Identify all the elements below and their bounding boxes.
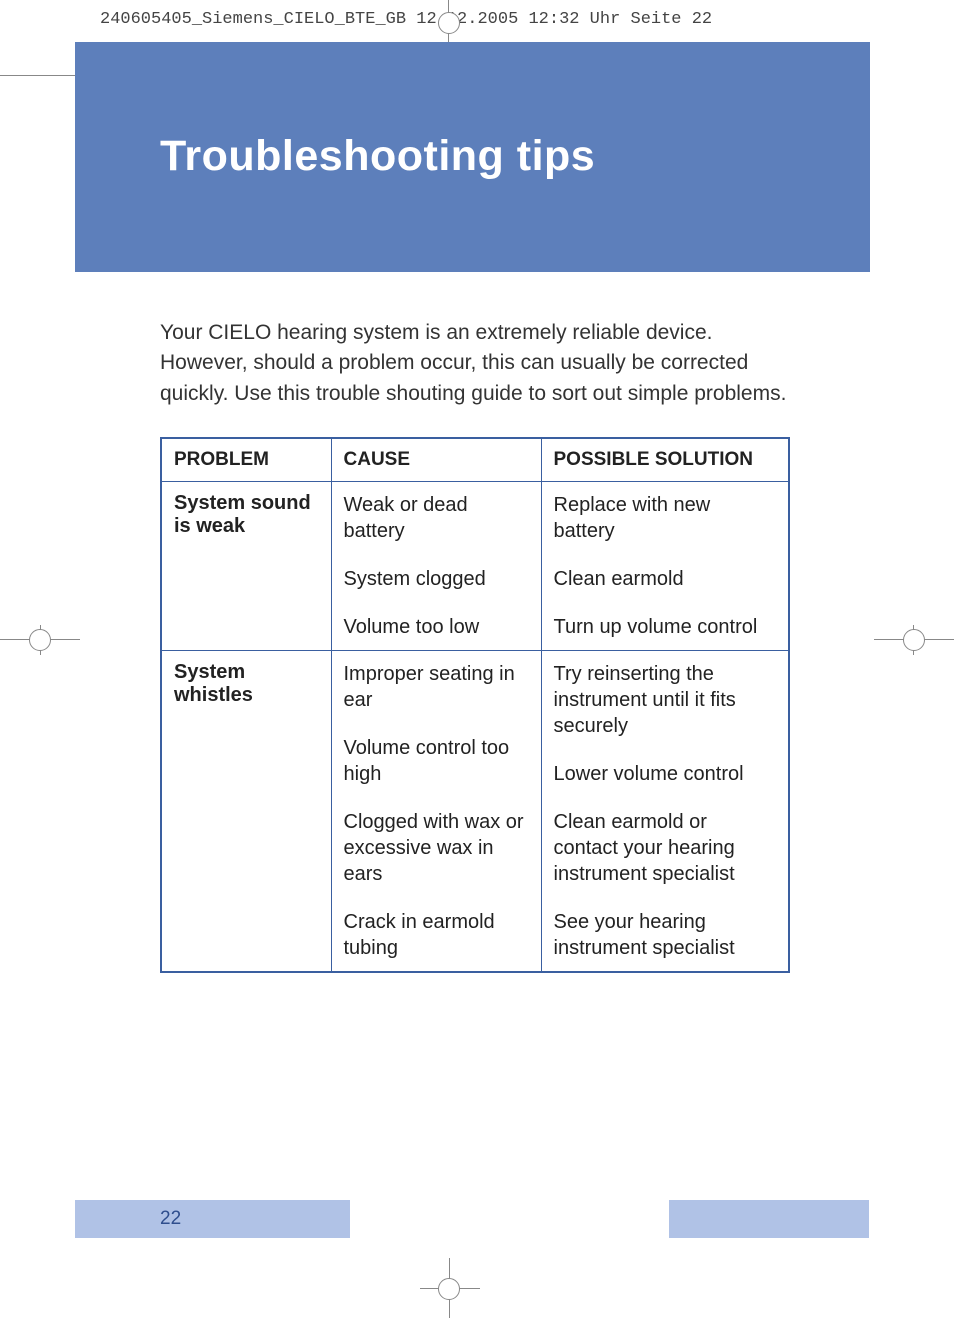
registration-mark-bottom: [420, 1258, 480, 1318]
registration-mark-left: [0, 625, 80, 655]
cause-item: Weak or dead battery: [344, 492, 529, 544]
registration-mark-right: [874, 625, 954, 655]
solution-item: Turn up volume control: [554, 614, 777, 640]
solution-item: Lower volume control: [554, 761, 777, 787]
table-header-problem: PROBLEM: [161, 438, 331, 482]
cause-item: Crack in earmold tubing: [344, 909, 529, 961]
crop-header-text: 240605405_Siemens_CIELO_BTE_GB 12.12.200…: [100, 10, 712, 29]
solution-item: Replace with new battery: [554, 492, 777, 544]
crop-mark: [0, 75, 75, 76]
problem-cell: System sound is weak: [161, 482, 331, 651]
solution-cell: Try reinserting the instrument until it …: [541, 651, 789, 973]
solution-item: See your hearing instrument specialist: [554, 909, 777, 961]
cause-item: Improper seating in ear: [344, 661, 529, 713]
cause-item: Volume too low: [344, 614, 529, 640]
cause-cell: Improper seating in ear Volume control t…: [331, 651, 541, 973]
registration-mark-icon: [438, 12, 460, 34]
table-header-cause: CAUSE: [331, 438, 541, 482]
solution-item: Try reinserting the instrument until it …: [554, 661, 777, 739]
cause-item: System clogged: [344, 566, 529, 592]
intro-paragraph: Your CIELO hearing system is an extremel…: [160, 318, 790, 409]
cause-cell: Weak or dead battery System clogged Volu…: [331, 482, 541, 651]
title-banner: Troubleshooting tips: [75, 42, 870, 272]
table-row: System whistles Improper seating in ear …: [161, 651, 789, 973]
solution-cell: Replace with new battery Clean earmold T…: [541, 482, 789, 651]
cause-item: Volume control too high: [344, 735, 529, 787]
solution-item: Clean earmold: [554, 566, 777, 592]
page-title: Troubleshooting tips: [160, 132, 870, 181]
table-header-solution: POSSIBLE SOLUTION: [541, 438, 789, 482]
problem-cell: System whistles: [161, 651, 331, 973]
solution-item: Clean earmold or contact your hearing in…: [554, 809, 777, 887]
table-row: System sound is weak Weak or dead batter…: [161, 482, 789, 651]
footer-bar-left: [75, 1200, 350, 1238]
footer-bar-right: [669, 1200, 869, 1238]
content-area: Your CIELO hearing system is an extremel…: [160, 318, 790, 973]
cause-item: Clogged with wax or excessive wax in ear…: [344, 809, 529, 887]
troubleshooting-table: PROBLEM CAUSE POSSIBLE SOLUTION System s…: [160, 437, 790, 973]
page-number: 22: [160, 1208, 181, 1230]
